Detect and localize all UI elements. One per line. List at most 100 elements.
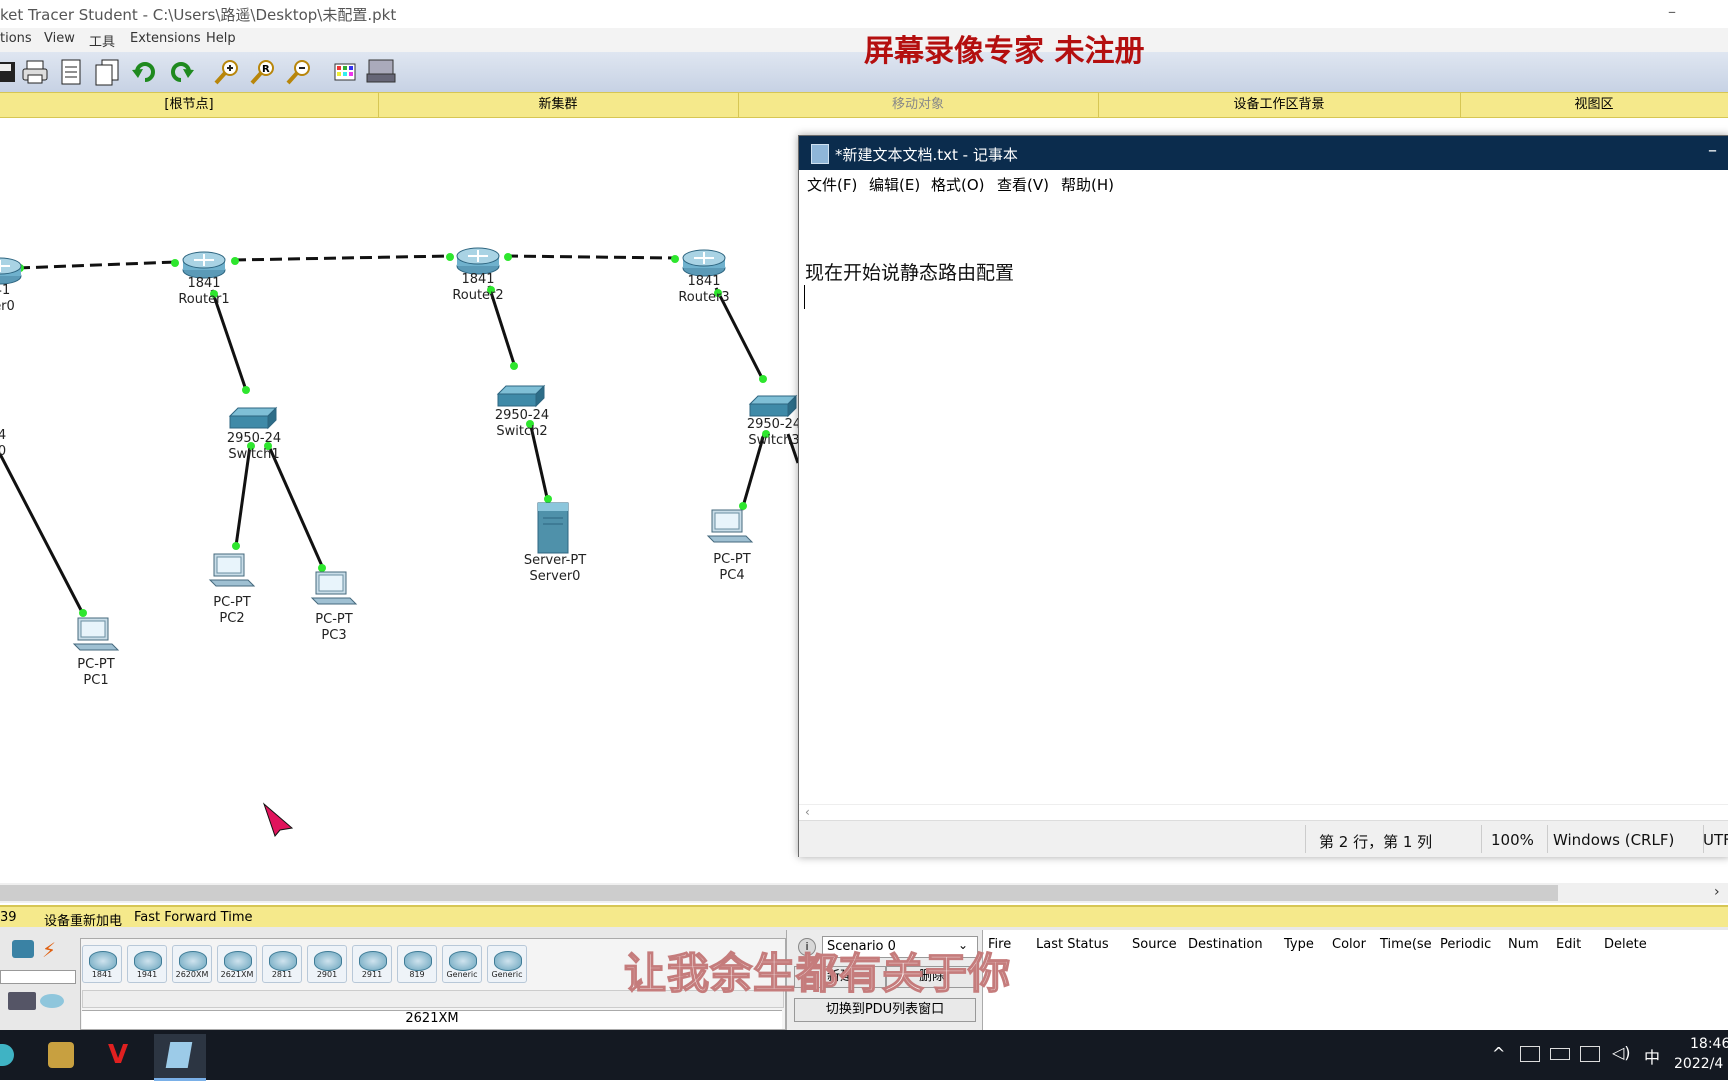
device-1841[interactable]: 1841 (82, 945, 122, 983)
notepad-app-icon (165, 1042, 193, 1068)
menu-view[interactable]: View (44, 31, 75, 46)
notepad-icon (811, 144, 829, 164)
pdu-col-source[interactable]: Source (1132, 937, 1177, 952)
pc4-icon (707, 509, 753, 543)
connections-category-icon[interactable]: ⚡ (42, 938, 56, 962)
wireless-category-icon[interactable] (12, 940, 34, 958)
clock-time[interactable]: 18:46 (1690, 1036, 1728, 1052)
pc2-name[interactable]: PC2 (219, 611, 244, 627)
router3-name[interactable]: Router3 (678, 290, 729, 306)
pc4-name[interactable]: PC4 (719, 568, 744, 584)
device-2621xm[interactable]: 2621XM (217, 945, 257, 983)
fast-forward-button[interactable]: Fast Forward Time (134, 910, 252, 925)
scroll-right-icon[interactable]: › (1714, 884, 1720, 900)
pdu-col-time[interactable]: Time(se (1380, 937, 1432, 952)
zoom-reset-icon[interactable]: R (248, 57, 278, 87)
pdu-col-num[interactable]: Num (1508, 937, 1539, 952)
tray-expand-icon[interactable]: ^ (1492, 1044, 1505, 1063)
pdu-col-delete[interactable]: Delete (1604, 937, 1647, 952)
line-ending: Windows (CRLF) (1553, 831, 1675, 849)
pdu-col-destination[interactable]: Destination (1188, 937, 1263, 952)
router1-name[interactable]: Router1 (178, 292, 229, 308)
save-icon[interactable] (0, 57, 20, 87)
notepad-text-area[interactable]: 现在开始说静态路由配置 (799, 194, 1728, 804)
zoom-in-icon[interactable] (212, 57, 242, 87)
router0-model: 41 (0, 283, 11, 298)
router2-name[interactable]: Router2 (452, 288, 503, 304)
notepad-menu-format[interactable]: 格式(O) (931, 174, 985, 195)
start-button-icon[interactable] (0, 1044, 14, 1066)
switch2-model: 2950-24 (494, 408, 550, 423)
pc3-name[interactable]: PC3 (321, 628, 346, 644)
move-object-button[interactable]: 移动对象 (738, 93, 1099, 117)
minimize-button[interactable]: – (1668, 2, 1676, 21)
taskbar-recorder[interactable]: V (98, 1034, 150, 1078)
redo-icon[interactable] (166, 57, 196, 87)
print-icon[interactable] (20, 57, 50, 87)
ime-indicator[interactable]: 中 (1644, 1044, 1660, 1068)
switch1-name[interactable]: Switch1 (228, 447, 279, 463)
viewport-button[interactable]: 视图区 (1460, 93, 1728, 117)
pdu-col-color[interactable]: Color (1332, 937, 1366, 952)
device-2811[interactable]: 2811 (262, 945, 302, 983)
activity-wizard-icon[interactable] (56, 57, 86, 87)
custom-device-icon[interactable] (366, 57, 396, 87)
selected-device-label: 2621XM (82, 1010, 782, 1029)
zoom-out-icon[interactable] (284, 57, 314, 87)
menu-extensions[interactable]: Extensions (130, 31, 201, 46)
notepad-text-line1: 现在开始说静态路由配置 (805, 262, 1015, 284)
device-generic-2[interactable]: Generic (487, 945, 527, 983)
scrollbar-thumb[interactable] (0, 885, 1558, 901)
taskbar-notepad[interactable] (154, 1034, 206, 1081)
battery-icon[interactable] (1550, 1048, 1570, 1060)
mouse-cursor-icon (262, 802, 294, 838)
pc1-name[interactable]: PC1 (83, 673, 108, 689)
set-background-button[interactable]: 设备工作区背景 (1098, 93, 1461, 117)
taskbar-packet-tracer[interactable] (36, 1034, 88, 1078)
switch2-name[interactable]: Switch2 (496, 424, 547, 440)
toggle-pdu-list-button[interactable]: 切换到PDU列表窗口 (794, 998, 976, 1022)
server0-name[interactable]: Server0 (530, 569, 581, 585)
category-search-field[interactable] (0, 970, 76, 984)
network-icon[interactable] (1580, 1046, 1600, 1062)
notepad-horizontal-scrollbar[interactable]: ‹ (799, 804, 1728, 821)
notepad-window[interactable]: *新建文本文档.txt - 记事本 – 文件(F) 编辑(E) 格式(O) 查看… (798, 135, 1728, 857)
routers-category-icon[interactable] (40, 994, 64, 1008)
pdu-col-edit[interactable]: Edit (1556, 937, 1581, 952)
pdu-col-last-status[interactable]: Last Status (1036, 937, 1109, 952)
device-generic-1[interactable]: Generic (442, 945, 482, 983)
pc3-icon (311, 571, 357, 605)
clock-date[interactable]: 2022/4 (1674, 1056, 1723, 1072)
tray-app-icon[interactable] (1520, 1046, 1540, 1062)
notepad-menu-help[interactable]: 帮助(H) (1061, 174, 1114, 195)
device-2901[interactable]: 2901 (307, 945, 347, 983)
undo-icon[interactable] (130, 57, 160, 87)
zoom-level: 100% (1491, 831, 1534, 849)
menu-help[interactable]: Help (206, 31, 236, 46)
end-devices-category-icon[interactable] (8, 992, 36, 1010)
device-819[interactable]: 819 (397, 945, 437, 983)
notepad-title-bar[interactable]: *新建文本文档.txt - 记事本 – (799, 136, 1728, 170)
notepad-menu-file[interactable]: 文件(F) (807, 174, 857, 195)
notepad-minimize-button[interactable]: – (1708, 140, 1717, 161)
encoding: UTF (1703, 831, 1728, 849)
notepad-menu-edit[interactable]: 编辑(E) (869, 174, 920, 195)
recorder-app-icon: V (108, 1040, 129, 1070)
switch3-name[interactable]: Switch3 (748, 433, 799, 449)
router1-model: 1841 (187, 276, 221, 291)
device-2911[interactable]: 2911 (352, 945, 392, 983)
new-cluster-button[interactable]: 新集群 (378, 93, 739, 117)
menu-options[interactable]: tions (0, 31, 32, 46)
switch1-model: 2950-24 (226, 431, 282, 446)
scroll-left-icon[interactable]: ‹ (805, 805, 810, 819)
notepad-menu-view[interactable]: 查看(V) (997, 174, 1049, 195)
pdu-col-type[interactable]: Type (1284, 937, 1314, 952)
pdu-col-periodic[interactable]: Periodic (1440, 937, 1491, 952)
volume-icon[interactable]: ◁) (1612, 1043, 1631, 1062)
copy-icon[interactable] (92, 57, 122, 87)
device-2620xm[interactable]: 2620XM (172, 945, 212, 983)
palette-icon[interactable] (330, 57, 360, 87)
device-1941[interactable]: 1941 (127, 945, 167, 983)
menu-tools[interactable]: 工具 (89, 31, 115, 50)
root-node-button[interactable]: [根节点] (0, 93, 379, 117)
